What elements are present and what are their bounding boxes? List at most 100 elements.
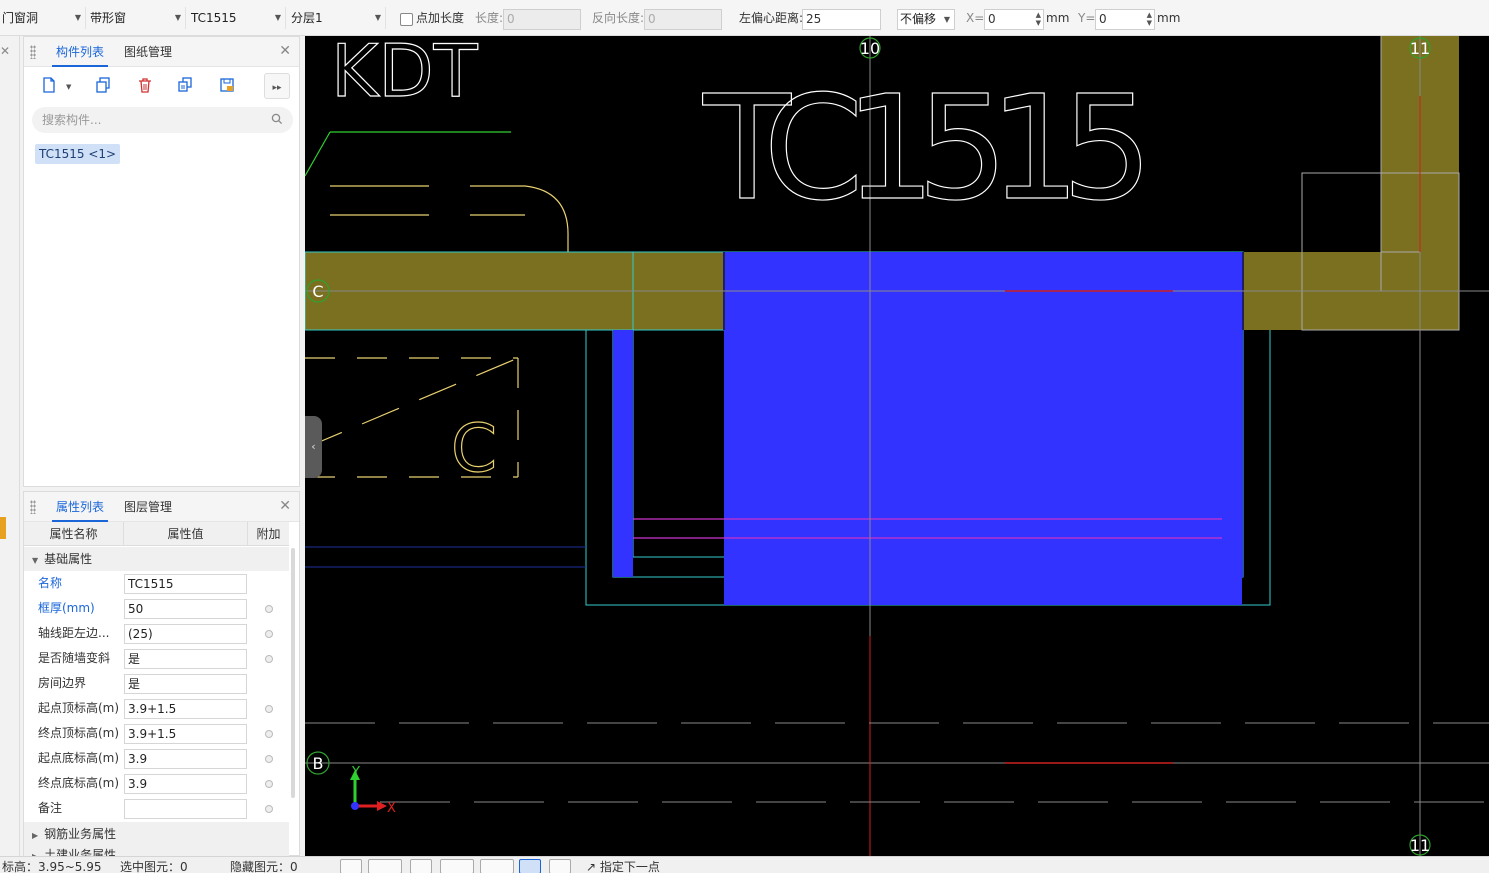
x-input[interactable]: 0 ▲ ▼: [984, 9, 1044, 30]
extra-flag[interactable]: [265, 730, 273, 738]
property-value[interactable]: 3.9+1.5: [124, 724, 247, 744]
table-row: 是否随墙变斜 是: [24, 646, 289, 671]
chevron-down-icon[interactable]: ▼: [66, 83, 71, 91]
property-value[interactable]: 50: [124, 599, 247, 619]
extra-flag[interactable]: [265, 755, 273, 763]
group-rebar[interactable]: ▶ 钢筋业务属性: [24, 822, 289, 846]
property-name: 名称: [38, 576, 63, 590]
property-value[interactable]: 是: [124, 674, 247, 694]
spinner-icon[interactable]: ▲ ▼: [1036, 11, 1041, 27]
edge-tab-marker[interactable]: [0, 517, 6, 539]
window-body: [724, 252, 1242, 605]
extra-flag[interactable]: [265, 655, 273, 663]
new-component-button[interactable]: [36, 73, 62, 99]
offset-mode-select[interactable]: 不偏移 ▼: [897, 9, 955, 30]
search-icon[interactable]: [271, 113, 283, 125]
more-button[interactable]: ▸▸: [264, 73, 290, 99]
property-value[interactable]: [124, 799, 247, 819]
extra-flag[interactable]: [265, 605, 273, 613]
x-unit: mm: [1046, 11, 1070, 25]
component-label: TC1515: [702, 64, 1153, 232]
add-length-checkbox[interactable]: [400, 13, 413, 26]
copy-icon: [96, 77, 110, 93]
axis-label: 11: [1410, 836, 1430, 855]
type-value: 带形窗: [90, 11, 127, 25]
type-select[interactable]: 带形窗 ▼: [88, 7, 186, 29]
snap-object-button[interactable]: [368, 859, 402, 873]
copy-component-button[interactable]: [90, 73, 116, 99]
table-row: 起点底标高(m) 3.9: [24, 746, 289, 771]
tab-component-list[interactable]: 构件列表: [52, 37, 109, 67]
property-name: 终点底标高(m): [38, 776, 120, 790]
drag-handle-icon[interactable]: [30, 500, 36, 514]
y-input[interactable]: 0 ▲ ▼: [1095, 9, 1155, 30]
expand-icon: ▶: [32, 831, 39, 840]
x-value: 0: [988, 12, 996, 26]
axis-bubble-11-top[interactable]: 11: [1409, 37, 1431, 59]
axis-bubble-10[interactable]: 10: [859, 37, 881, 59]
extra-flag[interactable]: [265, 630, 273, 638]
snap-perpendicular-button[interactable]: [440, 859, 474, 873]
duplicate-layer-button[interactable]: [172, 73, 198, 99]
property-value[interactable]: 是: [124, 649, 247, 669]
layer-select[interactable]: 分层1 ▼: [289, 7, 386, 29]
property-name: 起点顶标高(m): [38, 701, 120, 715]
snap-angle-button[interactable]: [549, 859, 571, 873]
reverse-length-input[interactable]: 0: [644, 9, 722, 30]
top-toolbar: 门窗洞 ▼ 带形窗 ▼ TC1515 ▼ 分层1 ▼ 点加长度 长度: 0 反向…: [0, 0, 1489, 36]
close-icon[interactable]: ✕: [279, 498, 291, 514]
axis-bubble-11-bottom[interactable]: 11: [1409, 834, 1431, 856]
save-template-icon: [220, 78, 234, 92]
component-value: TC1515: [191, 11, 237, 25]
property-value[interactable]: 3.9+1.5: [124, 699, 247, 719]
ucs-y-label: Y: [351, 765, 360, 780]
table-row: 轴线距左边... (25): [24, 621, 289, 646]
group-basic[interactable]: ▼ 基础属性: [24, 547, 289, 571]
tab-property-list[interactable]: 属性列表: [52, 492, 109, 522]
y-unit: mm: [1157, 11, 1181, 25]
property-table-header: 属性名称 属性值 附加: [24, 522, 289, 546]
property-value[interactable]: 3.9: [124, 774, 247, 794]
left-edge-strip: [0, 36, 20, 856]
property-value[interactable]: TC1515: [124, 574, 247, 594]
property-panel: 属性列表 图层管理 ✕ 属性名称 属性值 附加 ▼ 基础属性 名称 TC1515 …: [23, 491, 300, 856]
list-item[interactable]: TC1515 <1>: [35, 144, 121, 164]
extra-flag[interactable]: [265, 805, 273, 813]
y-value: 0: [1099, 12, 1107, 26]
collapse-panel-button[interactable]: ‹: [305, 416, 322, 478]
property-panel-header: 属性列表 图层管理 ✕: [24, 492, 299, 522]
status-bar: 标高：3.95~5.95 选中图元：0 隐藏图元：0 ↗ 指定下一点: [0, 856, 1489, 873]
property-value[interactable]: (25): [124, 624, 247, 644]
close-icon[interactable]: ✕: [0, 44, 10, 58]
ucs-x-label: X: [387, 801, 396, 816]
offset-input[interactable]: 25: [802, 9, 881, 30]
door-letter: C: [451, 410, 497, 487]
snap-midpoint-button[interactable]: [480, 859, 514, 873]
snap-ortho-button[interactable]: [340, 859, 362, 873]
length-label: 长度:: [475, 11, 504, 25]
length-input[interactable]: 0: [503, 9, 581, 30]
tab-drawing-management[interactable]: 图纸管理: [120, 37, 176, 67]
snap-grid-button[interactable]: [519, 859, 541, 873]
snap-intersection-button[interactable]: [410, 859, 432, 873]
layers-copy-icon: [178, 77, 192, 92]
extra-flag[interactable]: [265, 780, 273, 788]
search-input[interactable]: [42, 111, 262, 129]
group-civil[interactable]: ▶土建业务属性: [24, 846, 289, 856]
chevron-down-icon: ▼: [74, 13, 81, 22]
drag-handle-icon[interactable]: [30, 45, 36, 59]
component-select[interactable]: TC1515 ▼: [189, 7, 286, 29]
scrollbar[interactable]: [291, 548, 295, 798]
spinner-icon[interactable]: ▲ ▼: [1147, 11, 1152, 27]
category-select[interactable]: 门窗洞 ▼: [0, 7, 86, 29]
drawing-canvas[interactable]: KDT C TC1515 10 11 11 C B Y X: [305, 36, 1489, 856]
extra-flag[interactable]: [265, 705, 273, 713]
delete-component-button[interactable]: [132, 73, 158, 99]
table-row: 房间边界 是: [24, 671, 289, 696]
property-value[interactable]: 3.9: [124, 749, 247, 769]
close-icon[interactable]: ✕: [279, 43, 291, 59]
group-label: 钢筋业务属性: [44, 827, 117, 841]
save-component-button[interactable]: [214, 73, 240, 99]
tab-layer-management[interactable]: 图层管理: [120, 492, 176, 522]
hint-label: 指定下一点: [599, 860, 660, 873]
